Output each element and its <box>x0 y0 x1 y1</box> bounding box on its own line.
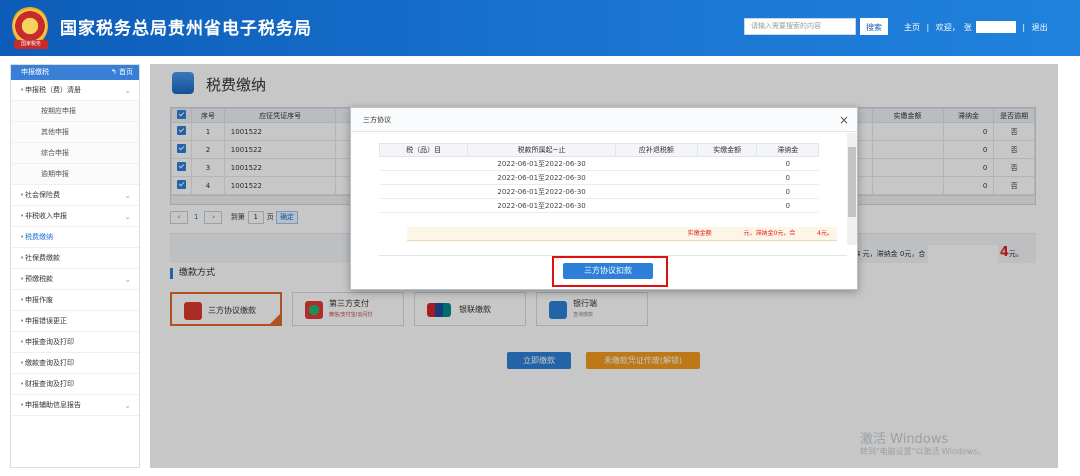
modal-table-row: 2022-06-01至2022-06-30 0 <box>379 198 819 213</box>
sidebar-item[interactable]: • 申报税（费）清册 ⌄ <box>11 80 139 101</box>
modal-total: 实缴金额 元，滞纳金0元，合 4元。 <box>407 227 837 241</box>
chevron-down-icon: ⌄ <box>124 401 131 410</box>
welcome-name: 张 <box>963 22 972 32</box>
user-name-mask <box>975 21 1016 33</box>
chevron-down-icon: ⌄ <box>124 86 131 95</box>
logout-link[interactable]: 退出 <box>1032 23 1048 32</box>
sidebar-item[interactable]: • 预缴税款 ⌄ <box>11 269 139 290</box>
site-title: 国家税务总局贵州省电子税务局 <box>60 19 312 39</box>
activate-windows-hint: 转到"电脑设置"以激活 Windows。 <box>860 447 986 456</box>
home-link[interactable]: 主页 <box>904 23 920 32</box>
chevron-down-icon: ⌄ <box>124 191 131 200</box>
close-icon[interactable]: × <box>839 108 849 132</box>
modal-table-row: 2022-06-01至2022-06-30 0 <box>379 156 819 171</box>
modal-table: 税（品）目 税款所属起~止 应补退税额 实缴金额 滞纳金 2022-06-01至… <box>379 143 819 213</box>
sidebar-item[interactable]: • 申报辅助信息报告 ⌄ <box>11 395 139 416</box>
highlight-box <box>552 256 668 287</box>
sidebar-item[interactable]: • 非税收入申报 ⌄ <box>11 206 139 227</box>
sidebar: 申报缴税 ↰ 首页 • 申报税（费）清册 ⌄ 按期应申报 其他申报 综合申报 逾期申报 • 社会… <box>10 64 140 468</box>
modal-title: 三方协议 <box>363 116 391 124</box>
search-button[interactable]: 搜索 <box>860 18 888 35</box>
sidebar-header-label: 申报缴税 <box>21 68 49 76</box>
modal-body: 税（品）目 税款所属起~止 应补退税额 实缴金额 滞纳金 2022-06-01至… <box>351 133 859 253</box>
emblem-text: 国家税务 <box>14 40 48 49</box>
site-header: 国家税务 国家税务总局贵州省电子税务局 请输入需要搜索的内容 搜索 主页 | 欢… <box>0 0 1080 56</box>
chevron-down-icon: ⌄ <box>124 212 131 221</box>
sidebar-item[interactable]: • 社会保险费 ⌄ <box>11 185 139 206</box>
sidebar-item[interactable]: 逾期申报 <box>11 164 139 185</box>
search-input[interactable]: 请输入需要搜索的内容 <box>744 18 856 35</box>
modal-table-row: 2022-06-01至2022-06-30 0 <box>379 184 819 199</box>
welcome-text: 欢迎， <box>935 22 960 32</box>
header-links: 主页 | 欢迎，张 | 退出 <box>904 21 1048 33</box>
sidebar-item[interactable]: • 申报错误更正 <box>11 311 139 332</box>
activate-windows-watermark: 激活 Windows <box>860 432 949 447</box>
modal-header: 三方协议 × <box>351 108 857 132</box>
sidebar-item[interactable]: 其他申报 <box>11 122 139 143</box>
sidebar-item[interactable]: • 税费缴纳 <box>11 227 139 248</box>
sidebar-item[interactable]: 综合申报 <box>11 143 139 164</box>
sidebar-header: 申报缴税 ↰ 首页 <box>11 65 139 80</box>
modal-table-row: 2022-06-01至2022-06-30 0 <box>379 170 819 185</box>
sidebar-item[interactable]: • 社保费缴款 <box>11 248 139 269</box>
sidebar-item[interactable]: • 申报作废 <box>11 290 139 311</box>
sidebar-item[interactable]: • 缴款查询及打印 <box>11 353 139 374</box>
sidebar-item[interactable]: • 财报查询及打印 <box>11 374 139 395</box>
chevron-down-icon: ⌄ <box>124 275 131 284</box>
modal-vertical-scrollbar[interactable] <box>847 133 857 245</box>
sidebar-item[interactable]: 按期应申报 <box>11 101 139 122</box>
sidebar-item[interactable]: • 申报查询及打印 <box>11 332 139 353</box>
sidebar-home-link[interactable]: ↰ 首页 <box>111 65 133 80</box>
